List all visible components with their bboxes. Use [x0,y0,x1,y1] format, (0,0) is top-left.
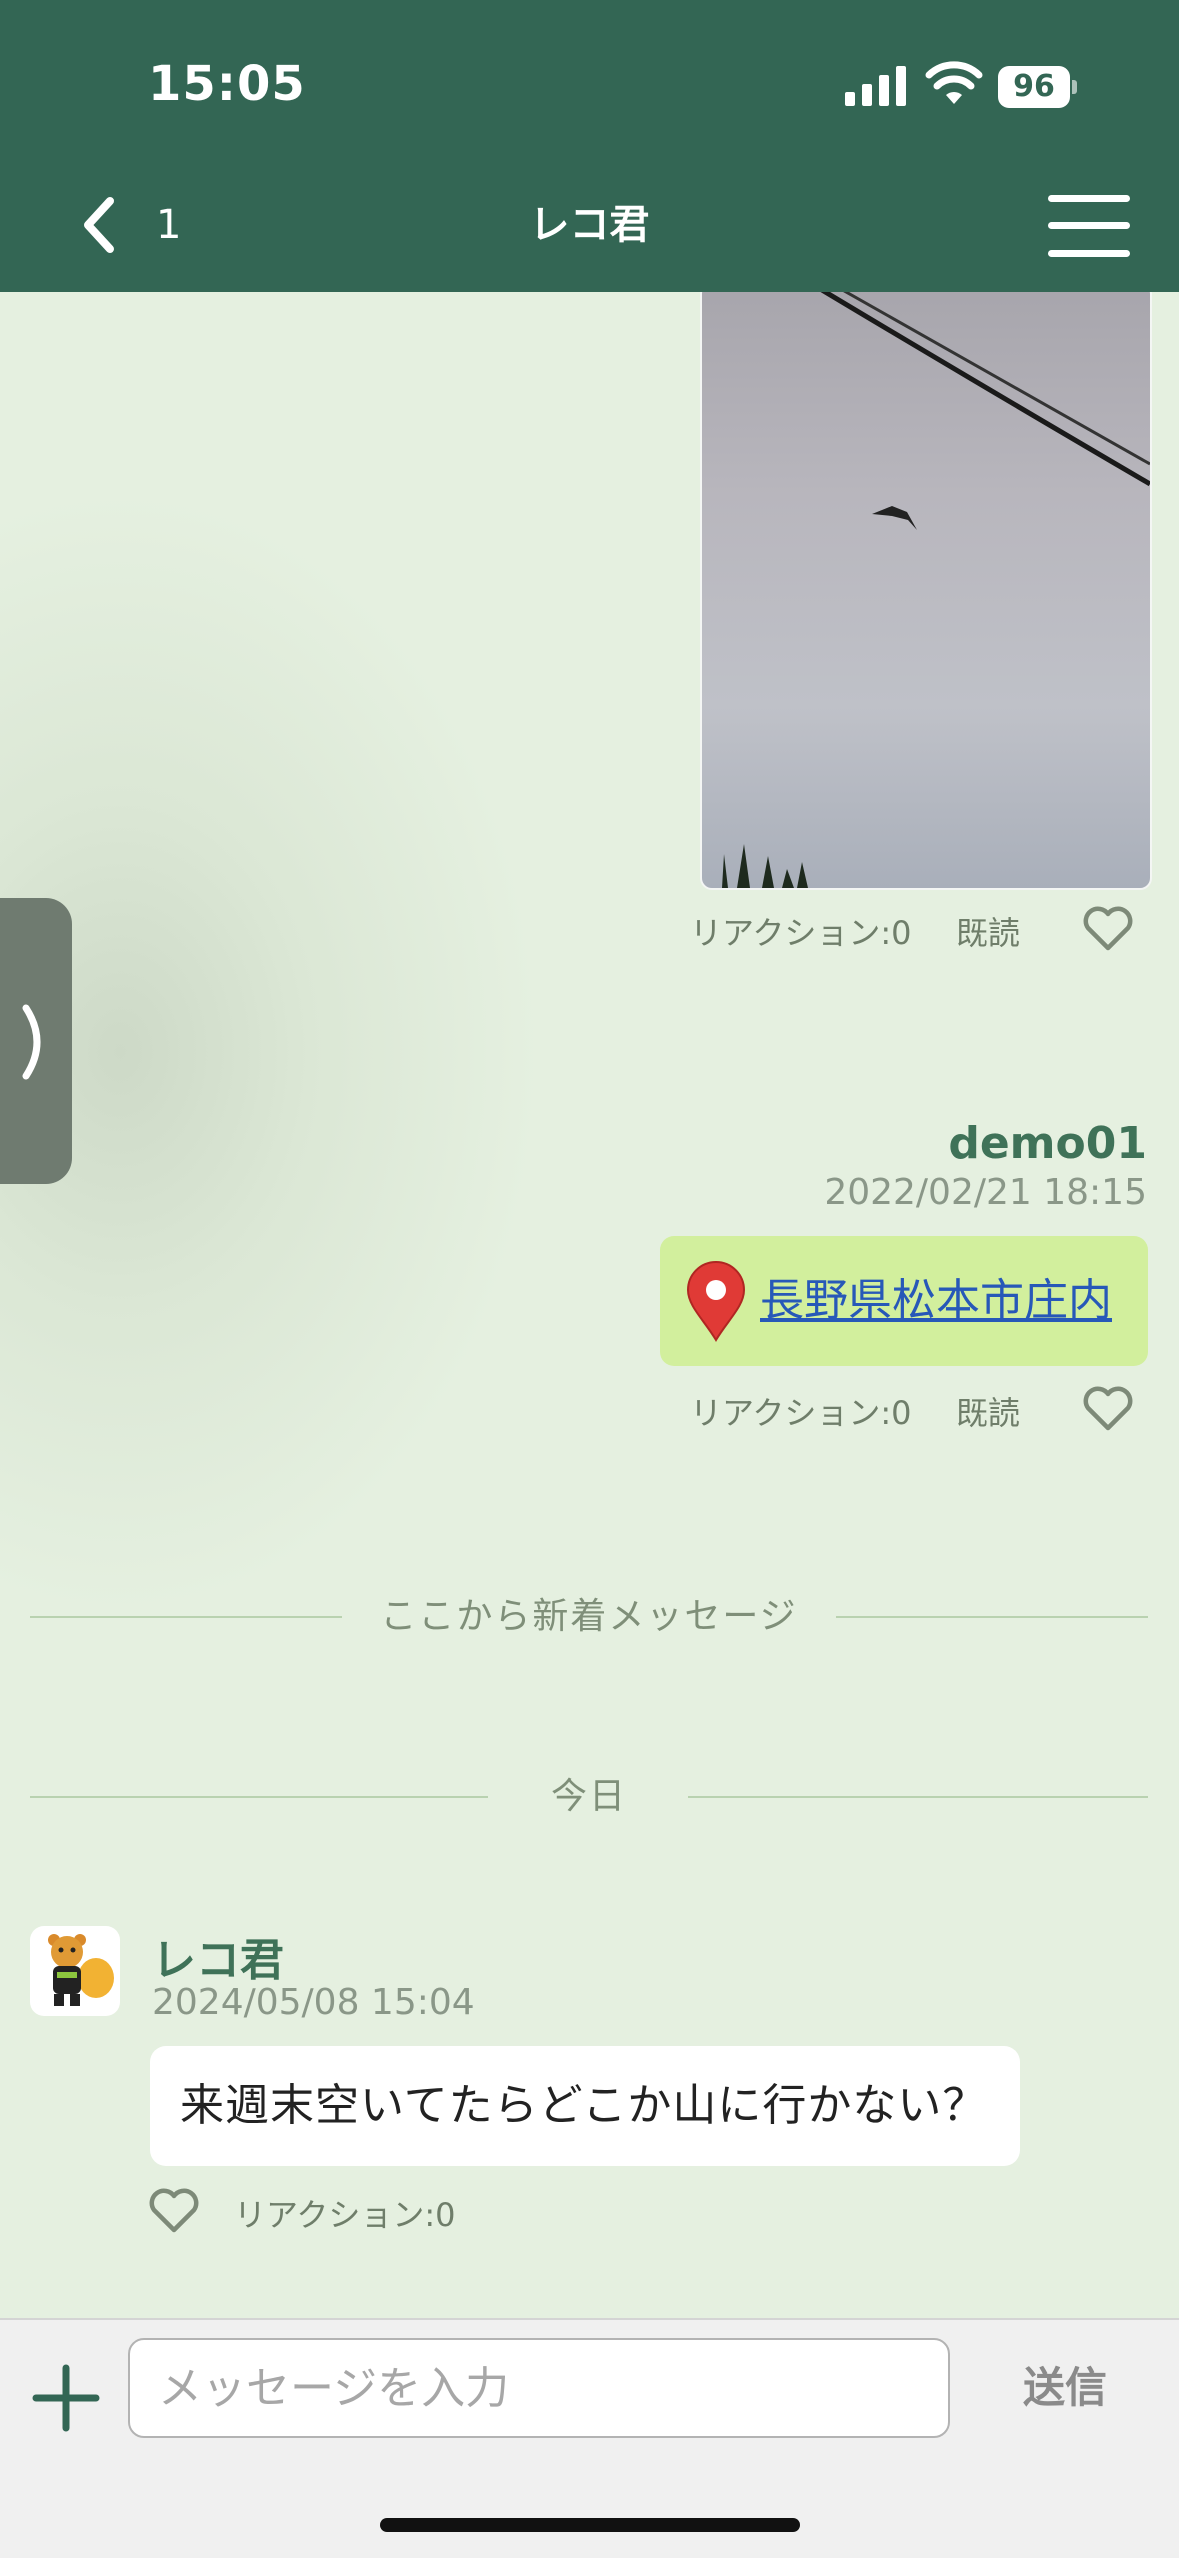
heart-icon[interactable] [1082,1386,1134,1432]
new-messages-label: ここから新着メッセージ [380,1596,798,1637]
home-indicator [380,2518,800,2532]
message-bubble[interactable]: 来週末空いてたらどこか山に行かない？ [150,2046,1020,2166]
back-chevron-icon [84,197,114,253]
map-pin-icon [686,1261,746,1342]
message-input[interactable] [128,2338,950,2438]
header: 15:05 96 1 レコ君 [0,0,1179,292]
sender-name: demo01 [948,1118,1147,1169]
menu-button[interactable] [1048,195,1130,257]
message-text: 来週末空いてたらどこか山に行かない？ [180,2080,988,2131]
date-divider-label: 今日 [550,1776,627,1817]
back-button[interactable]: 1 [78,195,198,255]
message-timestamp: 2022/02/21 18:15 [824,1172,1147,1213]
read-status: 既読 [956,914,1021,952]
location-bubble[interactable]: 長野県松本市庄内 [660,1236,1148,1366]
battery-icon: 96 [998,66,1078,108]
send-button[interactable]: 送信 [990,2338,1140,2438]
message-timestamp: 2024/05/08 15:04 [152,1982,475,2023]
status-time: 15:05 [148,56,306,112]
squirrel-avatar-icon [48,1934,114,2006]
chat-area[interactable]: リアクション:0 既読 demo01 2022/02/21 18:15 長野県松… [0,292,1179,2318]
reaction-count: リアクション:0 [234,2196,456,2234]
photo-message[interactable] [700,292,1152,890]
photo-image [722,292,1150,888]
heart-icon[interactable] [1082,906,1134,952]
side-drawer-tab[interactable] [0,898,72,1184]
battery-level: 96 [998,66,1070,108]
wifi-icon [925,61,983,104]
new-messages-divider: ここから新着メッセージ [30,1592,1148,1642]
read-status: 既読 [956,1394,1021,1432]
unread-count: 1 [156,202,182,248]
avatar[interactable] [30,1926,120,2016]
date-divider: 今日 [30,1772,1148,1822]
reaction-count: リアクション:0 [690,914,912,952]
location-link[interactable]: 長野県松本市庄内 [760,1236,1112,1366]
plus-icon[interactable] [30,2362,102,2434]
signal-icon [845,66,906,106]
sender-name: レコ君 [152,1935,284,1986]
reaction-count: リアクション:0 [690,1394,912,1432]
side-tab-chevron-icon [22,1004,41,1080]
heart-icon[interactable] [148,2188,200,2234]
composer-bar: 送信 [0,2318,1179,2558]
